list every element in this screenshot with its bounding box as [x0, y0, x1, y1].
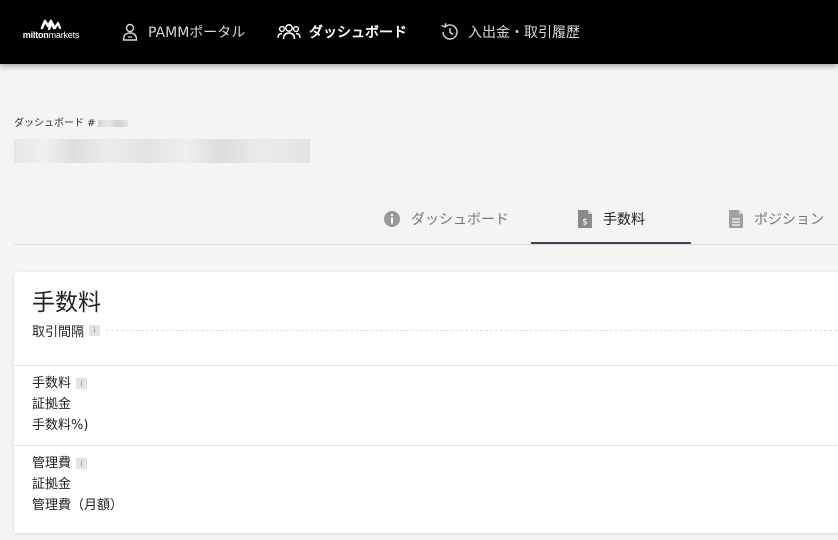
- nav-pamm-portal[interactable]: PAMMポータル: [120, 0, 245, 64]
- logo-wordmark: miltonmarkets: [22, 30, 80, 40]
- top-nav-bar: miltonmarkets PAMMポータル ダッシュボード 入出金・取引履歴: [0, 0, 838, 64]
- commission-margin-label: 証拠金: [32, 397, 72, 412]
- tab-fees-label: 手数料: [603, 211, 645, 228]
- tab-dashboard[interactable]: ダッシュボード: [366, 195, 526, 242]
- management-margin-label: 証拠金: [32, 477, 72, 492]
- user-icon: [122, 23, 138, 41]
- commission-info-icon[interactable]: i: [76, 378, 88, 389]
- history-icon: [441, 23, 458, 40]
- trade-interval-row: 取引間隔 i: [32, 322, 838, 340]
- nav-dashboard-label: ダッシュボード: [309, 25, 407, 41]
- svg-text:$: $: [582, 217, 588, 227]
- document-icon: [729, 209, 743, 228]
- management-fee-info-icon[interactable]: i: [76, 458, 88, 469]
- dashed-separator: [106, 329, 838, 331]
- tab-dashboard-label: ダッシュボード: [411, 211, 509, 228]
- fee-document-icon: $: [578, 209, 592, 228]
- page-subtitle: ダッシュボード #: [14, 114, 128, 129]
- dashboard-tabs: ダッシュボード $ 手数料 ポジション: [14, 195, 838, 245]
- nav-history-label: 入出金・取引履歴: [468, 25, 580, 41]
- fees-card-title: 手数料: [32, 290, 101, 316]
- tab-positions[interactable]: ポジション: [696, 195, 838, 242]
- redacted-account-number: [97, 119, 128, 127]
- section-divider: [14, 445, 838, 446]
- page-subtitle-text: ダッシュボード #: [14, 118, 96, 129]
- fees-card: 手数料 取引間隔 i 手数料 i 証拠金 手数料%) 管理費 i 証拠金 管理費（月…: [14, 272, 838, 533]
- section-divider: [14, 365, 838, 366]
- management-monthly-label: 管理費（月額）: [32, 498, 124, 513]
- trade-interval-label: 取引間隔: [32, 324, 85, 340]
- tab-positions-label: ポジション: [754, 211, 824, 228]
- info-icon: [384, 210, 400, 227]
- management-fee-label: 管理費: [32, 456, 72, 471]
- commission-section: 手数料 i 証拠金 手数料%): [32, 373, 88, 436]
- milton-markets-logo[interactable]: miltonmarkets: [18, 18, 84, 46]
- commission-percent-label: 手数料%): [32, 418, 89, 433]
- users-group-icon: [277, 24, 301, 40]
- nav-history[interactable]: 入出金・取引履歴: [439, 0, 580, 64]
- redacted-page-title: [14, 139, 310, 163]
- nav-dashboard[interactable]: ダッシュボード: [277, 0, 407, 64]
- logo-mark-icon: [40, 19, 62, 30]
- management-fee-section: 管理費 i 証拠金 管理費（月額）: [32, 453, 123, 516]
- nav-pamm-portal-label: PAMMポータル: [148, 25, 246, 41]
- trade-interval-info-icon[interactable]: i: [89, 324, 101, 336]
- commission-label: 手数料: [32, 376, 72, 391]
- tab-fees[interactable]: $ 手数料: [531, 195, 691, 244]
